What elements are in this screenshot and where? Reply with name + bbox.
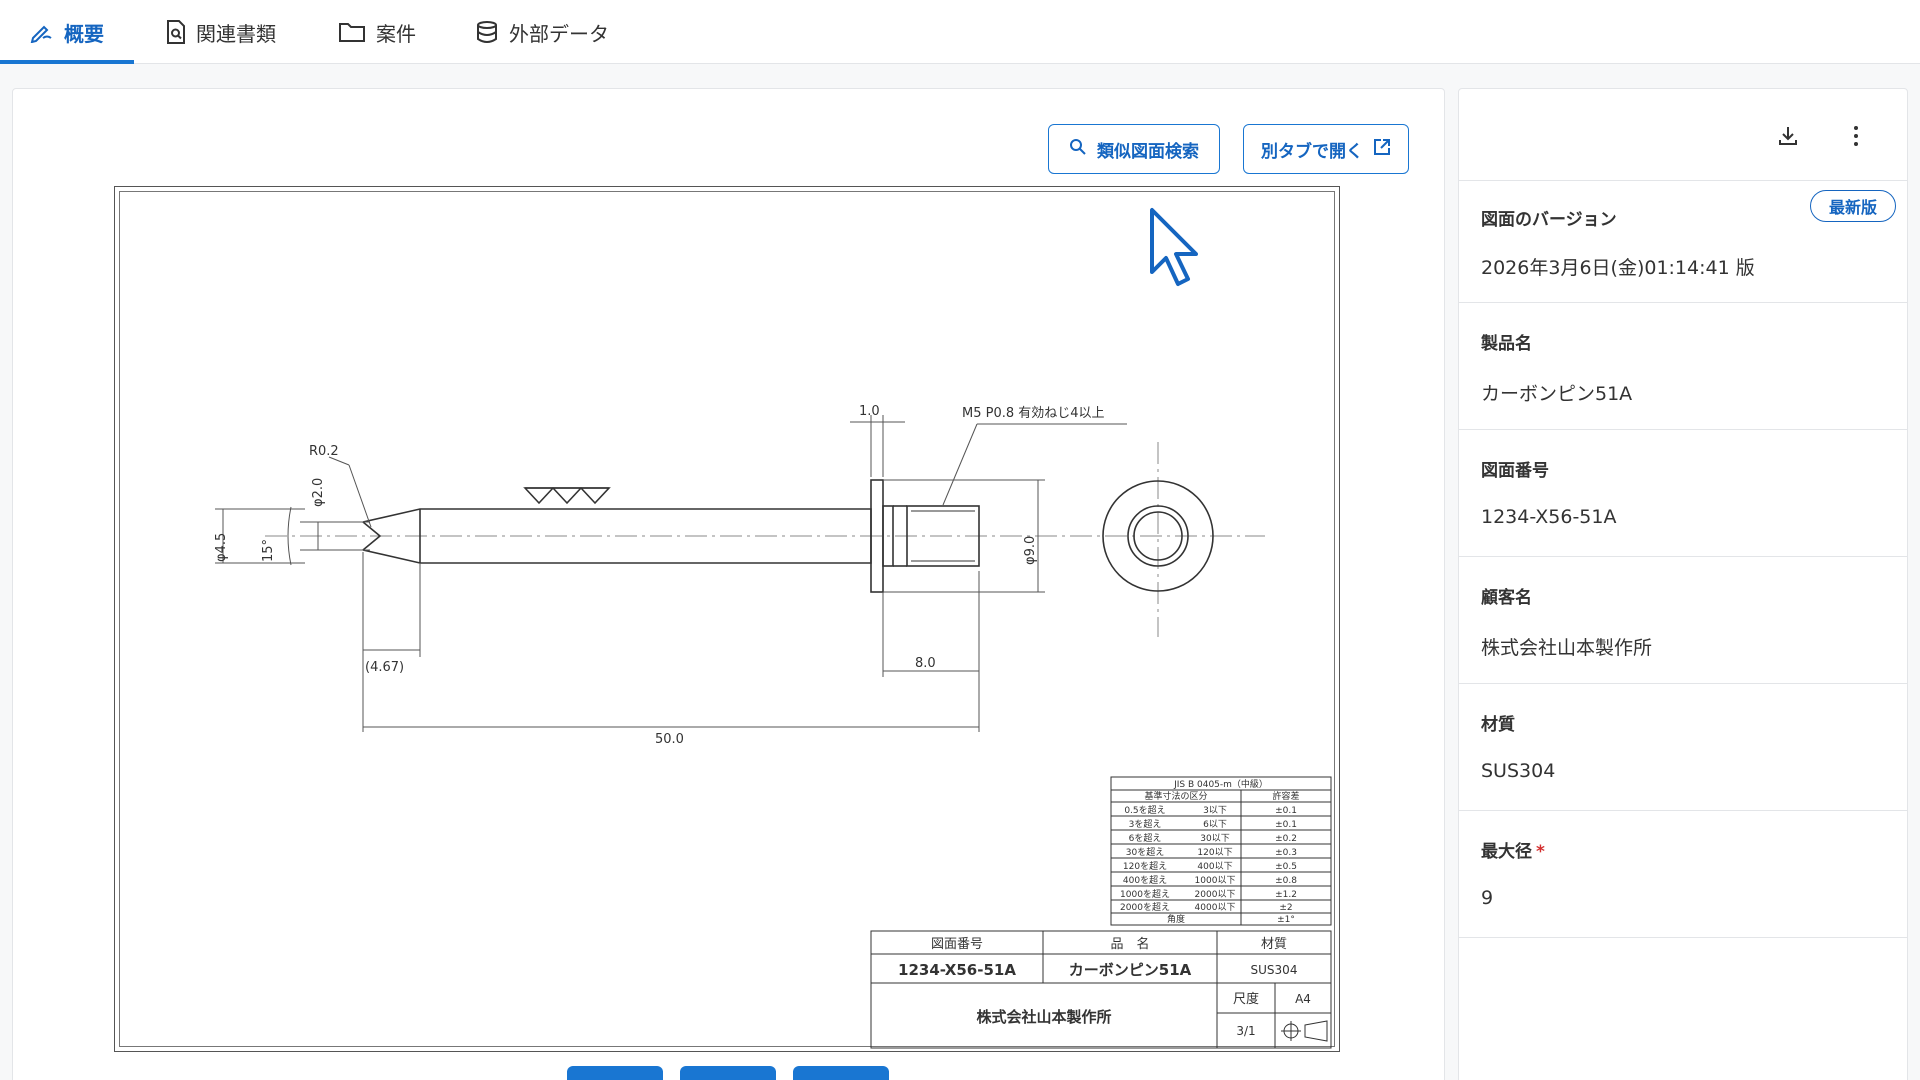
mouse-cursor-icon bbox=[1148, 206, 1204, 292]
tolerance-value: ±0.3 bbox=[1275, 848, 1297, 858]
folder-icon bbox=[338, 21, 366, 43]
dim-d2-0: φ2.0 bbox=[311, 478, 326, 507]
tolerance-value: ±0.8 bbox=[1275, 876, 1297, 886]
title-head-number: 図面番号 bbox=[931, 937, 983, 952]
tolerance-title: JIS B 0405-m（中級） bbox=[1173, 778, 1268, 790]
tolerance-value: ±1.2 bbox=[1275, 890, 1297, 900]
button-label: 別タブで開く bbox=[1261, 141, 1363, 162]
field-label: 図面番号 bbox=[1481, 461, 1549, 481]
tolerance-from: 3を超え bbox=[1129, 818, 1162, 830]
title-name: カーボンピン51A bbox=[1069, 961, 1192, 979]
field-label: 製品名 bbox=[1481, 334, 1532, 354]
tab-label: 案件 bbox=[376, 21, 416, 46]
search-icon bbox=[1069, 138, 1087, 161]
title-number: 1234-X56-51A bbox=[898, 961, 1016, 979]
field-customer-name: 顧客名 株式会社山本製作所 bbox=[1459, 556, 1907, 683]
tab-label: 関連書類 bbox=[196, 21, 276, 46]
technical-drawing[interactable]: R0.2 M5 P0.8 有効ねじ4以上 1.0 (4.67) 50.0 8.0… bbox=[114, 186, 1340, 1052]
title-scale-label: 尺度 bbox=[1233, 991, 1259, 1007]
title-material: SUS304 bbox=[1251, 963, 1298, 977]
tolerance-to: 30以下 bbox=[1200, 834, 1229, 844]
tolerance-value: ±0.1 bbox=[1275, 820, 1297, 830]
open-new-tab-button[interactable]: 別タブで開く bbox=[1243, 124, 1409, 174]
tolerance-value: ±2 bbox=[1279, 903, 1292, 913]
field-label: 材質 bbox=[1481, 715, 1515, 735]
field-material: 材質 SUS304 bbox=[1459, 683, 1907, 810]
more-options-icon[interactable] bbox=[1840, 120, 1872, 152]
field-label-text: 最大径 bbox=[1481, 842, 1532, 862]
field-value: カーボンピン51A bbox=[1481, 383, 1633, 405]
tab-overview[interactable]: 概要 bbox=[0, 0, 134, 64]
field-value: 1234-X56-51A bbox=[1481, 506, 1617, 528]
pen-icon bbox=[30, 21, 54, 43]
tolerance-angle-label: 角度 bbox=[1167, 913, 1185, 925]
dim-50-0: 50.0 bbox=[655, 732, 684, 747]
tolerance-to: 3以下 bbox=[1203, 806, 1227, 816]
database-icon bbox=[475, 20, 499, 44]
tab-bar: 概要 関連書類 案件 外部データ bbox=[0, 0, 1920, 64]
tolerance-head-tol: 許容差 bbox=[1272, 790, 1299, 802]
tolerance-value: ±0.5 bbox=[1275, 862, 1297, 872]
field-value: 9 bbox=[1481, 887, 1494, 909]
title-scale: 3/1 bbox=[1236, 1024, 1255, 1038]
external-link-icon bbox=[1373, 138, 1391, 161]
field-label: 図面のバージョン bbox=[1481, 210, 1617, 230]
field-label: 最大径 * bbox=[1481, 837, 1545, 862]
tolerance-value: ±0.1 bbox=[1275, 806, 1297, 816]
document-search-icon bbox=[166, 20, 186, 44]
dim-d4-5: φ4.5 bbox=[214, 533, 229, 562]
tab-related-documents[interactable]: 関連書類 bbox=[166, 0, 276, 64]
tolerance-to: 6以下 bbox=[1203, 820, 1227, 830]
tolerance-from: 120を超え bbox=[1123, 860, 1167, 872]
tolerance-to: 120以下 bbox=[1197, 848, 1232, 858]
tolerance-from: 2000を超え bbox=[1120, 901, 1170, 913]
tolerance-head-range: 基準寸法の区分 bbox=[1144, 790, 1207, 802]
title-paper-size: A4 bbox=[1295, 992, 1311, 1006]
title-head-name: 品 名 bbox=[1110, 936, 1149, 952]
title-company: 株式会社山本製作所 bbox=[976, 1008, 1111, 1026]
field-label: 顧客名 bbox=[1481, 588, 1532, 608]
tolerance-value: ±0.2 bbox=[1275, 834, 1297, 844]
field-product-name: 製品名 カーボンピン51A bbox=[1459, 302, 1907, 429]
tab-label: 概要 bbox=[64, 21, 104, 46]
required-marker: * bbox=[1536, 842, 1545, 862]
drawing-canvas: R0.2 M5 P0.8 有効ねじ4以上 1.0 (4.67) 50.0 8.0… bbox=[214, 404, 1332, 1049]
tab-external-data[interactable]: 外部データ bbox=[475, 0, 609, 64]
similar-drawing-search-button[interactable]: 類似図面検索 bbox=[1048, 124, 1220, 174]
tolerance-value: ±1° bbox=[1277, 915, 1295, 925]
tolerance-to: 400以下 bbox=[1197, 862, 1232, 872]
field-max-diameter: 最大径 * 9 bbox=[1459, 810, 1907, 938]
dim-thread: M5 P0.8 有効ねじ4以上 bbox=[962, 406, 1105, 421]
tolerance-from: 0.5を超え bbox=[1124, 804, 1165, 816]
bottom-action-button-2[interactable] bbox=[680, 1066, 776, 1080]
tolerance-from: 1000を超え bbox=[1120, 888, 1170, 900]
download-icon[interactable] bbox=[1772, 120, 1804, 152]
tolerance-from: 400を超え bbox=[1123, 874, 1167, 886]
latest-version-badge[interactable]: 最新版 bbox=[1810, 190, 1896, 222]
tab-label: 外部データ bbox=[509, 21, 609, 46]
field-value: SUS304 bbox=[1481, 760, 1556, 782]
field-value: 2026年3月6日(金)01:14:41 版 bbox=[1481, 257, 1755, 279]
field-value: 株式会社山本製作所 bbox=[1481, 637, 1653, 659]
bottom-action-button-1[interactable] bbox=[567, 1066, 663, 1080]
tolerance-from: 30を超え bbox=[1126, 846, 1164, 858]
dim-1-0: 1.0 bbox=[859, 404, 880, 419]
tab-projects[interactable]: 案件 bbox=[338, 0, 416, 64]
dim-4-67: (4.67) bbox=[365, 660, 404, 675]
tolerance-to: 4000以下 bbox=[1195, 903, 1236, 913]
tolerance-from: 6を超え bbox=[1129, 832, 1162, 844]
bottom-action-button-3[interactable] bbox=[793, 1066, 889, 1080]
title-head-material: 材質 bbox=[1261, 937, 1287, 952]
dim-r02: R0.2 bbox=[309, 444, 339, 459]
dim-8-0: 8.0 bbox=[915, 656, 936, 671]
tolerance-to: 1000以下 bbox=[1195, 876, 1236, 886]
button-label: 類似図面検索 bbox=[1097, 141, 1199, 162]
field-drawing-number: 図面番号 1234-X56-51A bbox=[1459, 429, 1907, 556]
dim-angle-15: 15° bbox=[261, 539, 276, 562]
dim-d9-0: φ9.0 bbox=[1023, 536, 1038, 565]
tolerance-to: 2000以下 bbox=[1195, 890, 1236, 900]
